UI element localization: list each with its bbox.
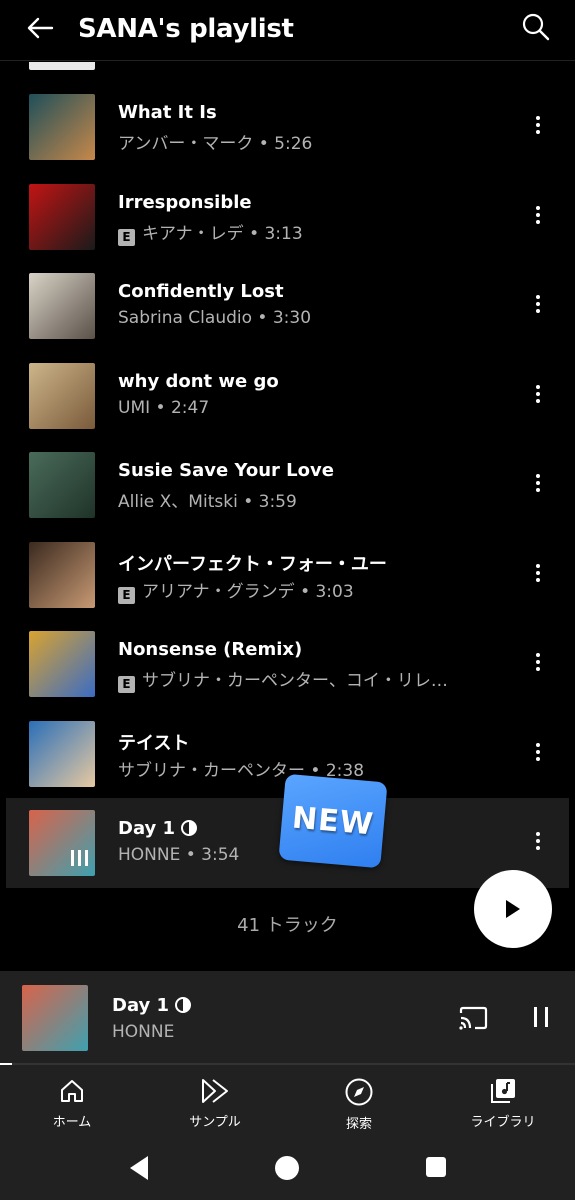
nav-item-samples[interactable]: サンプル [155,1077,275,1130]
samples-icon [202,1079,228,1103]
track-subtitle: Sabrina Claudio • 3:30 [118,308,311,328]
page-title: SANA's playlist [78,14,294,44]
track-title: Nonsense (Remix) [118,639,303,660]
track-title: Confidently Lost [118,281,284,302]
track-title: テイスト [118,732,190,754]
album-art [29,362,95,429]
mini-player-album-art [22,985,88,1051]
track-list: What It Is アンバー・マーク • 5:26 Irresponsible… [0,82,575,888]
mini-player-title: Day 1 [112,995,192,1016]
track-subtitle: HONNE • 3:54 [118,845,239,865]
explicit-icon: E [118,676,135,693]
track-title: Susie Save Your Love [118,460,334,481]
more-options-icon[interactable] [535,384,541,405]
cast-icon[interactable] [458,1006,488,1030]
mini-player-title-text: Day 1 [112,995,170,1016]
header-divider [0,60,575,61]
track-artist-duration: キアナ・レデ • 3:13 [142,223,303,244]
explore-icon [345,1078,373,1106]
track-title: Day 1 [118,818,198,839]
more-options-icon[interactable] [535,832,541,852]
album-art [29,94,95,160]
track-row[interactable]: Nonsense (Remix) E サブリナ・カーペンター、コイ・リレ… [0,619,575,709]
half-circle-icon [181,820,198,836]
home-icon [61,1080,83,1102]
track-subtitle: E キアナ・レデ • 3:13 [118,219,303,246]
album-art [29,720,95,787]
mini-player-artist: HONNE [112,1022,175,1042]
more-options-icon[interactable] [535,563,541,584]
album-art [29,541,95,608]
track-title: Irresponsible [118,191,252,213]
half-circle-icon [175,997,192,1013]
track-artist-duration: UMI • 2:47 [118,397,210,418]
track-artist-duration: Allie X、Mitski • 3:59 [118,492,297,512]
system-recents-icon[interactable] [426,1157,446,1177]
play-all-button[interactable] [474,870,552,948]
mini-player[interactable]: Day 1 HONNE [0,971,575,1063]
track-row[interactable]: Irresponsible E キアナ・レデ • 3:13 [0,172,575,262]
nav-label: ライブラリ [470,1115,536,1130]
new-badge: NEW [278,773,388,869]
album-art [29,631,95,697]
more-options-icon[interactable] [535,474,541,494]
album-art [29,273,95,339]
nav-item-library[interactable]: ライブラリ [443,1077,563,1130]
track-row[interactable]: What It Is アンバー・マーク • 5:26 [0,82,575,172]
track-artist-duration: HONNE • 3:54 [118,845,240,865]
track-title: why dont we go [118,370,279,392]
track-title-text: Day 1 [118,818,176,839]
app-header: SANA's playlist [0,0,575,60]
track-artist-duration: アンバー・マーク • 5:26 [118,134,313,154]
system-home-icon[interactable] [275,1156,299,1180]
track-subtitle: E サブリナ・カーペンター、コイ・リレ… [118,666,448,693]
track-subtitle: Allie X、Mitski • 3:59 [118,487,297,512]
track-subtitle: アンバー・マーク • 5:26 [118,129,312,154]
bottom-nav: ホーム サンプル 探索 ライブラリ [0,1065,575,1145]
new-badge-label: NEW [290,800,376,843]
track-row[interactable]: why dont we go UMI • 2:47 [0,351,575,441]
back-arrow-icon[interactable] [24,12,56,44]
previous-item-artwork [29,62,95,70]
more-options-icon[interactable] [535,116,541,136]
track-title: What It Is [118,102,217,123]
playing-bars-icon [71,850,88,866]
explicit-icon: E [118,228,135,246]
album-art [29,183,95,250]
nav-item-home[interactable]: ホーム [12,1077,132,1130]
nav-label: サンプル [189,1115,241,1130]
nav-label: ホーム [52,1115,92,1130]
track-title: インパーフェクト・フォー・ユー [118,553,387,575]
nav-label: 探索 [345,1117,372,1132]
library-icon [491,1079,515,1103]
system-nav-bar [0,1145,575,1200]
track-artist-duration: サブリナ・カーペンター、コイ・リレ… [142,671,448,691]
track-row[interactable]: Confidently Lost Sabrina Claudio • 3:30 [0,261,575,351]
nav-item-explore[interactable]: 探索 [299,1077,419,1132]
track-subtitle: UMI • 2:47 [118,398,209,418]
track-subtitle: E アリアナ・グランデ • 3:03 [118,577,354,604]
explicit-icon: E [118,586,135,604]
track-row[interactable]: Susie Save Your Love Allie X、Mitski • 3:… [0,440,575,530]
play-icon [506,900,520,918]
track-row[interactable]: インパーフェクト・フォー・ユー E アリアナ・グランデ • 3:03 [0,530,575,620]
track-artist-duration: Sabrina Claudio • 3:30 [118,308,312,328]
system-back-icon[interactable] [128,1155,150,1181]
more-options-icon[interactable] [535,653,541,673]
album-art [29,810,95,876]
pause-icon[interactable] [532,1006,550,1028]
track-artist-duration: アリアナ・グランデ • 3:03 [142,581,354,602]
more-options-icon[interactable] [535,205,541,226]
more-options-icon[interactable] [535,742,541,763]
search-icon[interactable] [521,12,551,42]
more-options-icon[interactable] [535,295,541,315]
album-art [29,452,95,518]
